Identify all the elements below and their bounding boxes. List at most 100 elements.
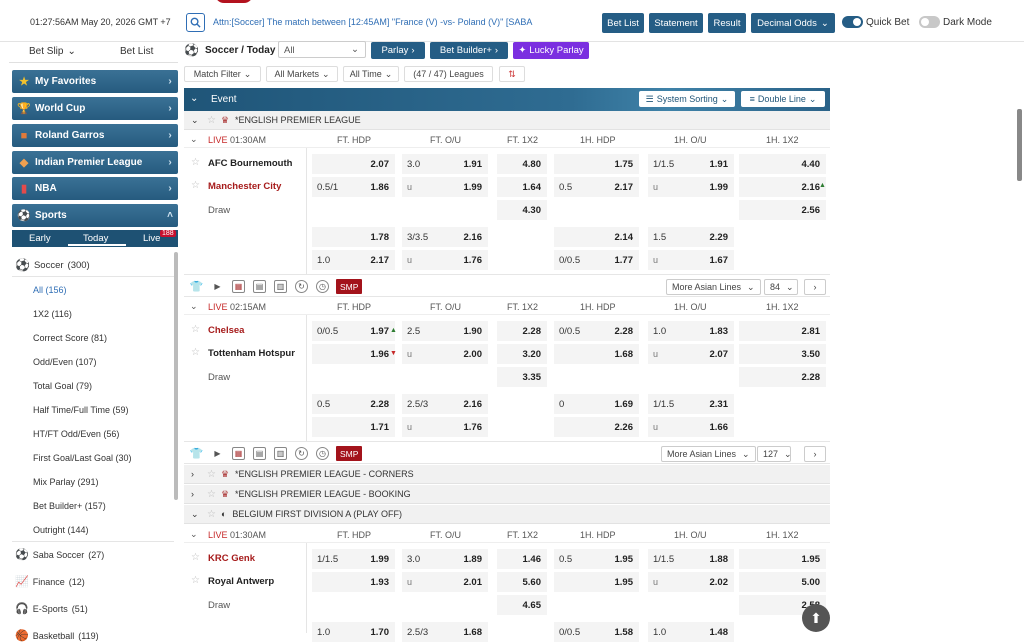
star-icon[interactable]: ☆ bbox=[191, 180, 200, 191]
more-asian-lines-dropdown[interactable]: More Asian Lines ⌄ bbox=[666, 279, 761, 295]
odds-cell[interactable]: u 1.99 bbox=[402, 177, 488, 197]
tab-live[interactable]: Live bbox=[143, 233, 160, 244]
odds-cell[interactable]: 0/0.5 1.58 bbox=[554, 622, 639, 642]
odds-cell[interactable]: 1/1.5 2.31 bbox=[648, 394, 734, 414]
odds-cell[interactable]: 2.5/3 2.16 bbox=[402, 394, 488, 414]
odds-cell[interactable]: 1/1.5 1.99 bbox=[312, 549, 395, 569]
sidebar-subitem[interactable]: First Goal/Last Goal (30) bbox=[33, 453, 132, 463]
quick-bet-toggle[interactable] bbox=[842, 16, 863, 28]
bar-chart-icon[interactable]: ▥ bbox=[274, 280, 287, 293]
tab-bet-list[interactable]: Bet List bbox=[120, 46, 153, 57]
odds-cell[interactable]: 3.20 bbox=[497, 344, 547, 364]
search-icon[interactable] bbox=[186, 13, 205, 32]
odds-cell[interactable]: 2.07 bbox=[312, 154, 395, 174]
sidebar-sport-item[interactable]: 🏀 Basketball (119) bbox=[15, 629, 99, 642]
sidebar-subitem[interactable]: Outright (144) bbox=[33, 525, 89, 535]
away-team[interactable]: Manchester City bbox=[208, 181, 281, 192]
sidebar-soccer[interactable]: ⚽ Soccer (300) bbox=[15, 258, 90, 272]
league-header[interactable]: › ☆ ♛ *ENGLISH PREMIER LEAGUE - BOOKING bbox=[184, 485, 830, 504]
odds-cell[interactable]: u 1.66 bbox=[648, 417, 734, 437]
star-icon[interactable]: ☆ bbox=[191, 552, 200, 563]
away-team[interactable]: Tottenham Hotspur bbox=[208, 348, 295, 359]
odds-cell[interactable]: 3.35 bbox=[497, 367, 547, 387]
sidebar-subitem[interactable]: Half Time/Full Time (59) bbox=[33, 405, 129, 415]
home-team[interactable]: AFC Bournemouth bbox=[208, 158, 292, 169]
tab-early[interactable]: Early bbox=[29, 233, 51, 244]
sidebar-item-my-favorites[interactable]: ★ My Favorites › bbox=[12, 70, 178, 93]
star-icon[interactable]: ☆ bbox=[207, 509, 216, 520]
bet-list-button[interactable]: Bet List bbox=[602, 13, 644, 33]
scroll-top-icon[interactable]: ⬆ bbox=[802, 604, 830, 632]
smp-button[interactable]: SMP bbox=[336, 446, 363, 461]
sidebar-item-ipl[interactable]: ◆ Indian Premier League › bbox=[12, 151, 178, 174]
odds-type-dropdown[interactable]: Decimal Odds ⌄ bbox=[751, 13, 835, 33]
odds-cell[interactable]: 2.26 bbox=[554, 417, 639, 437]
odds-cell[interactable]: 2.81 bbox=[739, 321, 826, 341]
away-team[interactable]: Royal Antwerp bbox=[208, 576, 274, 587]
odds-cell[interactable]: 0.5 2.17 bbox=[554, 177, 639, 197]
odds-cell[interactable]: u 1.76 bbox=[402, 250, 488, 270]
star-icon[interactable]: ☆ bbox=[207, 115, 216, 126]
odds-cell[interactable]: 4.65 bbox=[497, 595, 547, 615]
sidebar-item-roland-garros[interactable]: ■ Roland Garros › bbox=[12, 124, 178, 147]
smp-button[interactable]: SMP bbox=[336, 279, 363, 294]
sidebar-item-nba[interactable]: ▮ NBA › bbox=[12, 177, 178, 200]
sidebar-subitem[interactable]: Total Goal (79) bbox=[33, 381, 92, 391]
odds-cell[interactable]: u 1.76 bbox=[402, 417, 488, 437]
sidebar-subitem[interactable]: Mix Parlay (291) bbox=[33, 477, 99, 487]
sort-icon[interactable]: ⇅ bbox=[499, 66, 525, 82]
odds-cell[interactable]: 1.64 bbox=[497, 177, 547, 197]
odds-cell[interactable]: u 1.67 bbox=[648, 250, 734, 270]
odds-cell[interactable]: 0 1.69 bbox=[554, 394, 639, 414]
odds-cell[interactable]: u 2.02 bbox=[648, 572, 734, 592]
odds-cell[interactable]: 2.14 bbox=[554, 227, 639, 247]
markets-count-dropdown[interactable]: 127 ⌄ bbox=[757, 446, 792, 462]
grid-icon[interactable]: ▦ bbox=[232, 280, 245, 293]
odds-cell[interactable]: 1.5 2.29 bbox=[648, 227, 734, 247]
chevron-down-icon[interactable]: ⌄ bbox=[190, 93, 198, 104]
odds-cell[interactable]: 3.0 1.89 bbox=[402, 549, 488, 569]
tab-bet-slip[interactable]: Bet Slip ⌄ bbox=[29, 46, 76, 57]
sidebar-scrollbar[interactable] bbox=[174, 252, 178, 500]
odds-cell[interactable]: 1/1.5 1.88 bbox=[648, 549, 734, 569]
result-button[interactable]: Result bbox=[708, 13, 746, 33]
odds-cell[interactable]: 1.46 bbox=[497, 549, 547, 569]
stats-table-icon[interactable]: ▤ bbox=[253, 280, 266, 293]
star-icon[interactable]: ☆ bbox=[207, 469, 216, 480]
odds-cell[interactable]: 1.68 bbox=[554, 344, 639, 364]
league-header[interactable]: › ☆ ♛ *ENGLISH PREMIER LEAGUE - CORNERS bbox=[184, 465, 830, 484]
star-icon[interactable]: ☆ bbox=[207, 489, 216, 500]
market-select[interactable]: All ⌄ bbox=[278, 41, 366, 58]
parlay-button[interactable]: Parlay › bbox=[371, 42, 425, 59]
odds-cell[interactable]: 2.28 bbox=[497, 321, 547, 341]
odds-cell[interactable]: 2.5 1.90 bbox=[402, 321, 488, 341]
odds-cell[interactable]: 4.30 bbox=[497, 200, 547, 220]
home-team[interactable]: KRC Genk bbox=[208, 553, 255, 564]
bar-chart-icon[interactable]: ▥ bbox=[274, 447, 287, 460]
odds-cell[interactable]: 3.0 1.91 bbox=[402, 154, 488, 174]
refresh-icon[interactable]: ↻ bbox=[295, 447, 308, 460]
odds-cell[interactable]: u 2.01 bbox=[402, 572, 488, 592]
sidebar-subitem[interactable]: 1X2 (116) bbox=[33, 309, 72, 319]
markets-dropdown[interactable]: All Markets ⌄ bbox=[266, 66, 338, 82]
line-dropdown[interactable]: ≡ Double Line ⌄ bbox=[741, 91, 825, 107]
league-header[interactable]: ⌄ ☆ ♛ *ENGLISH PREMIER LEAGUE bbox=[184, 111, 830, 130]
odds-cell[interactable]: 0.5 1.95 bbox=[554, 549, 639, 569]
odds-cell[interactable]: 4.80 bbox=[497, 154, 547, 174]
odds-cell[interactable]: 0/0.5 2.28 bbox=[554, 321, 639, 341]
sidebar-sport-item[interactable]: 🎧 E-Sports (51) bbox=[15, 602, 88, 615]
odds-cell[interactable]: 0.5/1 1.86 bbox=[312, 177, 395, 197]
odds-cell[interactable]: 2.16 bbox=[739, 177, 826, 197]
odds-cell[interactable]: 0/0.5 1.77 bbox=[554, 250, 639, 270]
stats-table-icon[interactable]: ▤ bbox=[253, 447, 266, 460]
home-team[interactable]: Chelsea bbox=[208, 325, 244, 336]
sorting-dropdown[interactable]: ☰ System Sorting ⌄ bbox=[639, 91, 735, 107]
odds-cell[interactable]: 1.95 bbox=[739, 549, 826, 569]
star-icon[interactable]: ☆ bbox=[191, 324, 200, 335]
star-icon[interactable]: ☆ bbox=[191, 575, 200, 586]
sidebar-subitem[interactable]: Bet Builder+ (157) bbox=[33, 501, 106, 511]
announcement-ticker[interactable]: Attn:[Soccer] The match between [12:45AM… bbox=[213, 17, 598, 27]
odds-cell[interactable]: 1/1.5 1.91 bbox=[648, 154, 734, 174]
star-icon[interactable]: ☆ bbox=[191, 347, 200, 358]
markets-count-dropdown[interactable]: 84 ⌄ bbox=[764, 279, 798, 295]
